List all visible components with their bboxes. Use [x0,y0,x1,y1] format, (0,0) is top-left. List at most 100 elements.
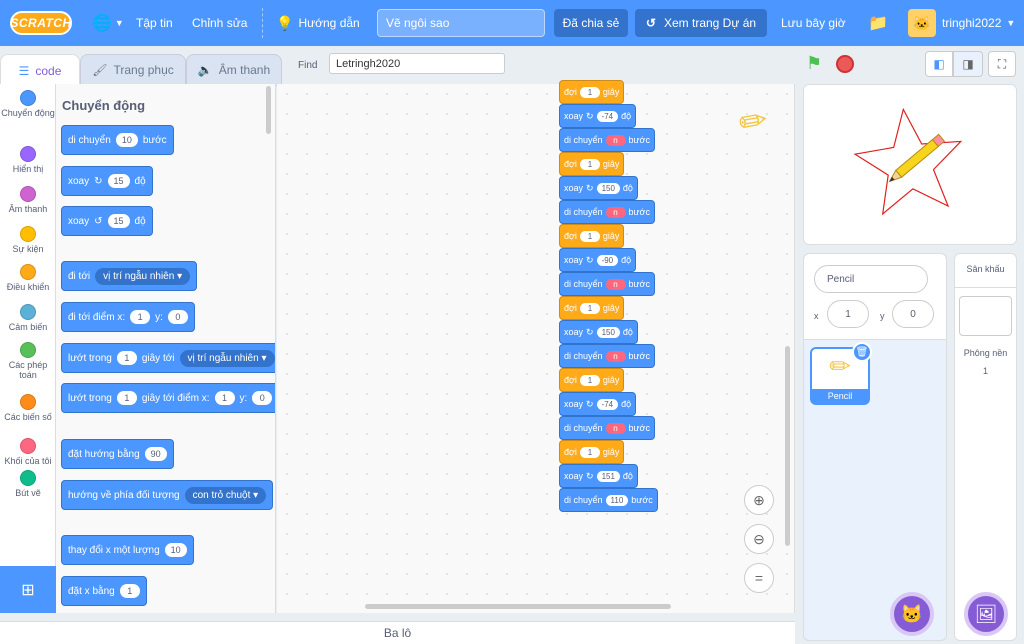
block-value[interactable]: 150 [596,326,620,338]
wait-block[interactable]: đợi 1 giây [559,368,625,392]
goto-block[interactable]: đi tới vị trí ngẫu nhiên ▾ [61,261,198,291]
move-block[interactable]: di chuyển n bước [559,272,655,296]
variable-reporter[interactable]: n [605,422,626,434]
add-sprite-icon[interactable]: 🐱 [890,592,934,636]
see-project-page-button[interactable]: ↺ Xem trang Dự án [635,9,767,37]
wait-block[interactable]: đợi 1 giây [559,440,625,464]
turn-left-block[interactable]: xoay ↺ 15 độ [61,206,153,236]
variable-reporter[interactable]: n [605,134,626,146]
turn-block[interactable]: xoay ↻ -90 độ [559,248,637,272]
shared-button[interactable]: Đã chia sẻ [554,9,628,37]
zoom-in-icon[interactable]: ⊕ [744,485,774,515]
turn-block[interactable]: xoay ↻ 150 độ [559,176,638,200]
tab-sounds[interactable]: 🔈 Âm thanh [186,54,282,86]
block-value[interactable]: 1 [579,374,600,386]
point-towards-block[interactable]: hướng về phía đối tượng con trỏ chuột ▾ [61,480,274,510]
block-value[interactable]: -90 [596,254,619,266]
block-value[interactable]: 1 [579,86,600,98]
category-1[interactable]: Chuyển động [0,90,56,118]
block-value[interactable]: 151 [596,470,620,482]
tutorials-menu[interactable]: 💡 Hướng dẫn [276,0,360,46]
green-flag-icon[interactable]: ⚑ [806,53,822,74]
add-backdrop-icon[interactable]: 🖼 [964,592,1008,636]
tab-code[interactable]: ☰ code [0,54,80,86]
turn-block[interactable]: xoay ↻ -74 độ [559,392,637,416]
block-value[interactable]: 110 [605,494,629,506]
wait-block[interactable]: đợi 1 giây [559,80,625,104]
stage-target-panel[interactable]: Sân khấu Phông nền 1 🖼 [954,253,1017,641]
small-stage-button[interactable]: ◧ [925,51,953,77]
goto-xy-block[interactable]: đi tới điểm x: 1 y: 0 [61,302,195,332]
glide-xy-block[interactable]: lướt trong 1 giây tới điểm x: 1 y: 0 [61,383,275,413]
move-block[interactable]: di chuyển 110 bước [559,488,658,512]
language-menu[interactable]: 🌐 ▼ [92,0,124,46]
workspace-v-scrollbar[interactable] [785,346,790,546]
project-title-input[interactable] [377,9,545,37]
add-extension-icon[interactable]: ⊞ [0,566,56,613]
move-block[interactable]: di chuyển n bước [559,200,655,224]
category-7[interactable]: Các phép toán [0,342,56,380]
palette-heading: Chuyển động [62,98,146,113]
normal-stage-button[interactable]: ◨ [953,51,983,77]
block-value[interactable]: 1 [579,302,600,314]
delete-sprite-icon[interactable]: 🗑 [852,342,872,362]
file-menu[interactable]: Tập tin [136,0,173,46]
username: tringhi2022 [942,16,1002,30]
edit-menu[interactable]: Chỉnh sửa [192,0,247,46]
save-now-button[interactable]: Lưu bây giờ [781,0,846,46]
stage-thumbnail[interactable] [959,296,1012,336]
set-x-block[interactable]: đặt x bằng 1 [61,576,147,606]
category-8[interactable]: Các biến số [0,394,56,422]
turn-block[interactable]: xoay ↻ 151 độ [559,464,638,488]
turn-right-block[interactable]: xoay ↻ 15 độ [61,166,153,196]
move-block[interactable]: di chuyển n bước [559,344,655,368]
sprite-name-input[interactable]: Pencil [814,265,928,293]
category-2[interactable]: Hiển thị [0,146,56,174]
block-value[interactable]: 150 [596,182,620,194]
backpack-bar[interactable]: Ba lô [0,621,795,644]
point-direction-block[interactable]: đặt hướng bằng 90 [61,439,174,469]
account-menu[interactable]: 🐱 tringhi2022 ▼ [908,0,1015,46]
category-6[interactable]: Cảm biến [0,304,56,332]
block-value[interactable]: 1 [579,446,600,458]
sprite-x-input[interactable]: 1 [827,300,869,328]
variable-reporter[interactable]: n [605,206,626,218]
turn-block[interactable]: xoay ↻ 150 độ [559,320,638,344]
fullscreen-button[interactable]: ⛶ [988,51,1016,77]
glide-block[interactable]: lướt trong 1 giây tới vị trí ngẫu nhiên ▾ [61,343,275,373]
move-block[interactable]: di chuyển n bước [559,416,655,440]
move-block[interactable]: di chuyển n bước [559,128,655,152]
workspace-h-scrollbar[interactable] [365,604,671,609]
category-5[interactable]: Điều khiển [0,264,56,292]
my-stuff-folder-icon[interactable]: 📁 [868,0,888,46]
block-unit: độ [622,183,633,193]
block-value[interactable]: -74 [596,110,619,122]
change-x-block[interactable]: thay đổi x một lượng 10 [61,535,194,565]
category-9[interactable]: Khối của tôi [0,438,56,466]
turn-block[interactable]: xoay ↻ -74 độ [559,104,637,128]
code-workspace[interactable]: ✏ đợi 1 giây xoay ↻ -74 độ di chuyển n bước đợi 1 gi… [277,80,795,613]
scratch-logo[interactable]: SCRATCH [10,11,72,35]
wait-block[interactable]: đợi 1 giây [559,152,625,176]
variable-reporter[interactable]: n [605,278,626,290]
sprite-y-input[interactable]: 0 [892,300,934,328]
block-unit: độ [622,471,633,481]
wait-block[interactable]: đợi 1 giây [559,296,625,320]
tab-costumes[interactable]: 🖌 Trang phục [80,54,186,86]
block-value[interactable]: 1 [579,230,600,242]
category-label: Khối của tôi [4,456,52,466]
stage-canvas[interactable] [803,84,1017,245]
find-input[interactable] [329,53,505,74]
stop-icon[interactable] [836,55,854,73]
zoom-reset-icon[interactable]: = [744,563,774,593]
move-steps-block[interactable]: di chuyển 10 bước [61,125,174,155]
zoom-out-icon[interactable]: ⊖ [744,524,774,554]
palette-scrollbar[interactable] [266,86,271,134]
category-10[interactable]: Bút vẽ [0,470,56,498]
block-value[interactable]: -74 [596,398,619,410]
category-3[interactable]: Âm thanh [0,186,56,214]
category-4[interactable]: Sự kiện [0,226,56,254]
variable-reporter[interactable]: n [605,350,626,362]
block-value[interactable]: 1 [579,158,600,170]
wait-block[interactable]: đợi 1 giây [559,224,625,248]
